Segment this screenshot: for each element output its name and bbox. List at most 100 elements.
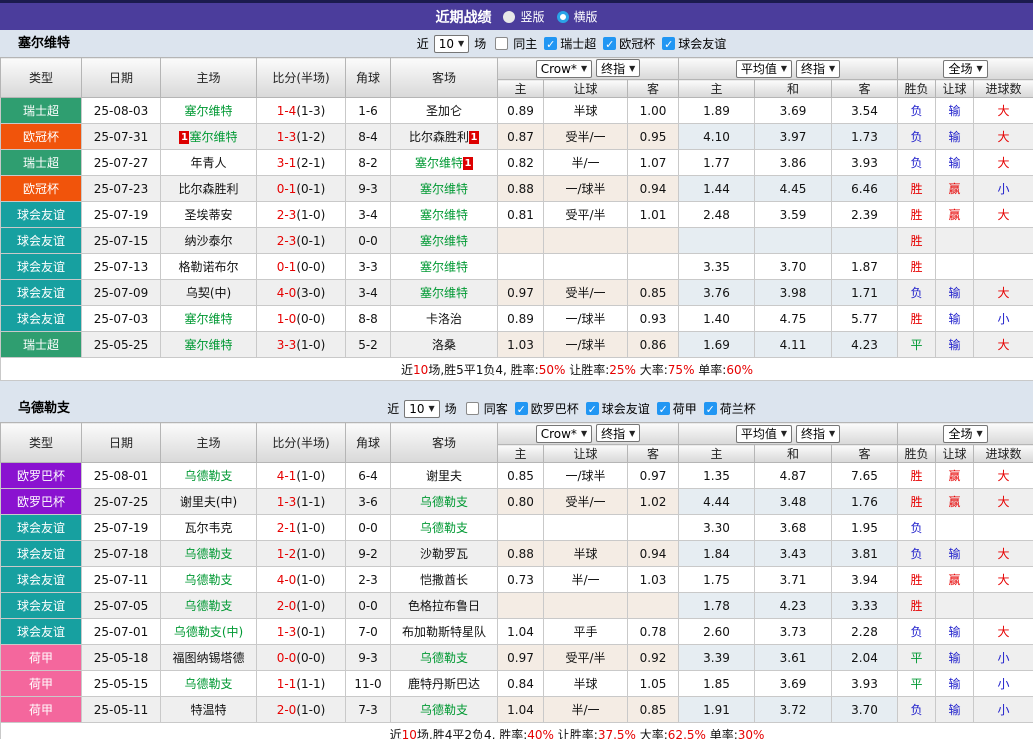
score-cell[interactable]: 1-4(1-3) bbox=[256, 97, 346, 124]
odds-company-select[interactable]: Crow* ▼ bbox=[535, 424, 593, 443]
score-cell[interactable]: 1-3(1-2) bbox=[256, 123, 346, 150]
score-cell[interactable]: 0-0(0-0) bbox=[256, 644, 346, 671]
home-team[interactable]: 比尔森胜利 bbox=[160, 175, 257, 202]
home-team[interactable]: 乌德勒支(中) bbox=[160, 618, 257, 645]
away-team[interactable]: 乌德勒支 bbox=[390, 514, 498, 541]
full-time-score: 4-0 bbox=[276, 572, 297, 587]
home-team[interactable]: 乌德勒支 bbox=[160, 670, 257, 697]
home-team[interactable]: 乌德勒支 bbox=[160, 540, 257, 567]
away-team[interactable]: 沙勒罗瓦 bbox=[390, 540, 498, 567]
home-team[interactable]: 塞尔维特 bbox=[160, 97, 257, 124]
away-team[interactable]: 塞尔维特 bbox=[390, 227, 498, 254]
away-team[interactable]: 圣加仑 bbox=[390, 97, 498, 124]
away-team[interactable]: 塞尔维特 bbox=[390, 253, 498, 280]
result-handicap: 输 bbox=[935, 670, 975, 697]
league-badge: 欧冠杯 bbox=[0, 123, 82, 150]
score-cell[interactable]: 0-1(0-0) bbox=[256, 253, 346, 280]
league-filter-checkbox-3[interactable]: ✓ bbox=[662, 37, 676, 51]
score-cell[interactable]: 2-3(1-0) bbox=[256, 201, 346, 228]
away-team-name: 色格拉布鲁日 bbox=[407, 599, 480, 613]
radio-icon[interactable] bbox=[503, 10, 516, 23]
same-venue-checkbox[interactable] bbox=[465, 402, 479, 415]
radio-vertical-layout[interactable]: 竖版 bbox=[503, 8, 545, 25]
away-team[interactable]: 洛桑 bbox=[390, 331, 498, 358]
match-row: 荷甲 25-05-11 特温特 2-0(1-0) 7-3 乌德勒支 1.04 半/一 0.85 1… bbox=[0, 696, 1033, 723]
odds-stage-select[interactable]: 终指 ▼ bbox=[596, 424, 641, 443]
home-team[interactable]: 乌德勒支 bbox=[160, 566, 257, 593]
away-team[interactable]: 谢里夫 bbox=[390, 462, 498, 489]
score-cell[interactable]: 4-1(1-0) bbox=[256, 462, 346, 489]
away-team[interactable]: 鹿特丹斯巴达 bbox=[390, 670, 498, 697]
home-team[interactable]: 圣埃蒂安 bbox=[160, 201, 257, 228]
league-filter-checkbox-2[interactable]: ✓ bbox=[603, 37, 617, 51]
result-goals: 大 bbox=[973, 201, 1033, 228]
score-cell[interactable]: 3-1(2-1) bbox=[256, 149, 346, 176]
average-select[interactable]: 平均值 ▼ bbox=[735, 59, 793, 78]
home-team[interactable]: 年青人 bbox=[160, 149, 257, 176]
away-team[interactable]: 比尔森胜利 1 bbox=[390, 123, 498, 150]
away-team[interactable]: 色格拉布鲁日 bbox=[390, 592, 498, 619]
league-filter-checkbox-3[interactable]: ✓ bbox=[656, 402, 670, 416]
away-team[interactable]: 塞尔维特 bbox=[390, 175, 498, 202]
home-team[interactable]: 瓦尔韦克 bbox=[160, 514, 257, 541]
odds-stage-select[interactable]: 终指 ▼ bbox=[596, 59, 641, 78]
scope-select[interactable]: 全场 ▼ bbox=[943, 424, 988, 443]
score-cell[interactable]: 2-0(1-0) bbox=[256, 592, 346, 619]
home-team[interactable]: 乌德勒支 bbox=[160, 592, 257, 619]
score-cell[interactable]: 1-2(1-0) bbox=[256, 540, 346, 567]
league-filter-checkbox-1[interactable]: ✓ bbox=[544, 37, 558, 51]
home-team[interactable]: 纳沙泰尔 bbox=[160, 227, 257, 254]
score-cell[interactable]: 2-0(1-0) bbox=[256, 696, 346, 723]
score-cell[interactable]: 1-0(0-0) bbox=[256, 305, 346, 332]
result-goals: 小 bbox=[973, 644, 1033, 671]
home-team[interactable]: 特温特 bbox=[160, 696, 257, 723]
score-cell[interactable]: 1-1(1-1) bbox=[256, 670, 346, 697]
score-cell[interactable]: 2-3(0-1) bbox=[256, 227, 346, 254]
score-cell[interactable]: 1-3(1-1) bbox=[256, 488, 346, 515]
away-team[interactable]: 塞尔维特 1 bbox=[390, 149, 498, 176]
scope-select[interactable]: 全场 ▼ bbox=[943, 59, 988, 78]
away-team[interactable]: 塞尔维特 bbox=[390, 279, 498, 306]
scope-select-value: 全场 bbox=[948, 62, 973, 76]
home-team[interactable]: 塞尔维特 bbox=[160, 305, 257, 332]
radio-horizontal-layout[interactable]: 横版 bbox=[556, 8, 598, 25]
score-cell[interactable]: 1-3(0-1) bbox=[256, 618, 346, 645]
score-cell[interactable]: 4-0(3-0) bbox=[256, 279, 346, 306]
home-team[interactable]: 谢里夫(中) bbox=[160, 488, 257, 515]
league-filter-checkbox-4[interactable]: ✓ bbox=[703, 402, 717, 416]
same-venue-checkbox[interactable] bbox=[495, 37, 509, 50]
avg-draw: 3.98 bbox=[754, 279, 832, 306]
score-cell[interactable]: 3-3(1-0) bbox=[256, 331, 346, 358]
away-team[interactable]: 乌德勒支 bbox=[390, 644, 498, 671]
league-filter-checkbox-2[interactable]: ✓ bbox=[585, 402, 599, 416]
chevron-down-icon: ▼ bbox=[629, 428, 636, 438]
home-team[interactable]: 乌德勒支 bbox=[160, 462, 257, 489]
full-time-score: 4-1 bbox=[276, 468, 297, 483]
result-handicap: 输 bbox=[935, 305, 975, 332]
score-cell[interactable]: 2-1(1-0) bbox=[256, 514, 346, 541]
score-cell[interactable]: 4-0(1-0) bbox=[256, 566, 346, 593]
home-team[interactable]: 塞尔维特 bbox=[160, 331, 257, 358]
away-team[interactable]: 乌德勒支 bbox=[390, 488, 498, 515]
home-team[interactable]: 福图纳锡塔德 bbox=[160, 644, 257, 671]
away-team[interactable]: 布加勒斯特星队 bbox=[390, 618, 498, 645]
home-team[interactable]: 1 塞尔维特 bbox=[160, 123, 257, 150]
away-team[interactable]: 卡洛治 bbox=[390, 305, 498, 332]
odds-company-select[interactable]: Crow* ▼ bbox=[535, 59, 593, 78]
home-team[interactable]: 格勒诺布尔 bbox=[160, 253, 257, 280]
score-cell[interactable]: 0-1(0-1) bbox=[256, 175, 346, 202]
odds-away: 1.07 bbox=[627, 149, 679, 176]
away-team[interactable]: 塞尔维特 bbox=[390, 201, 498, 228]
home-team[interactable]: 乌契(中) bbox=[160, 279, 257, 306]
radio-selected-icon[interactable] bbox=[556, 10, 569, 23]
league-filter-checkbox-1[interactable]: ✓ bbox=[514, 402, 528, 416]
near-count-select[interactable]: 10 ▼ bbox=[404, 399, 440, 418]
average-select[interactable]: 平均值 ▼ bbox=[735, 424, 793, 443]
near-count-select[interactable]: 10 ▼ bbox=[433, 34, 470, 53]
odds-away: 1.00 bbox=[627, 97, 679, 124]
match-date: 25-07-19 bbox=[81, 514, 161, 541]
average-stage-select[interactable]: 终指 ▼ bbox=[796, 59, 841, 78]
average-stage-select[interactable]: 终指 ▼ bbox=[796, 424, 841, 443]
away-team[interactable]: 乌德勒支 bbox=[390, 696, 498, 723]
away-team[interactable]: 恺撒酋长 bbox=[390, 566, 498, 593]
